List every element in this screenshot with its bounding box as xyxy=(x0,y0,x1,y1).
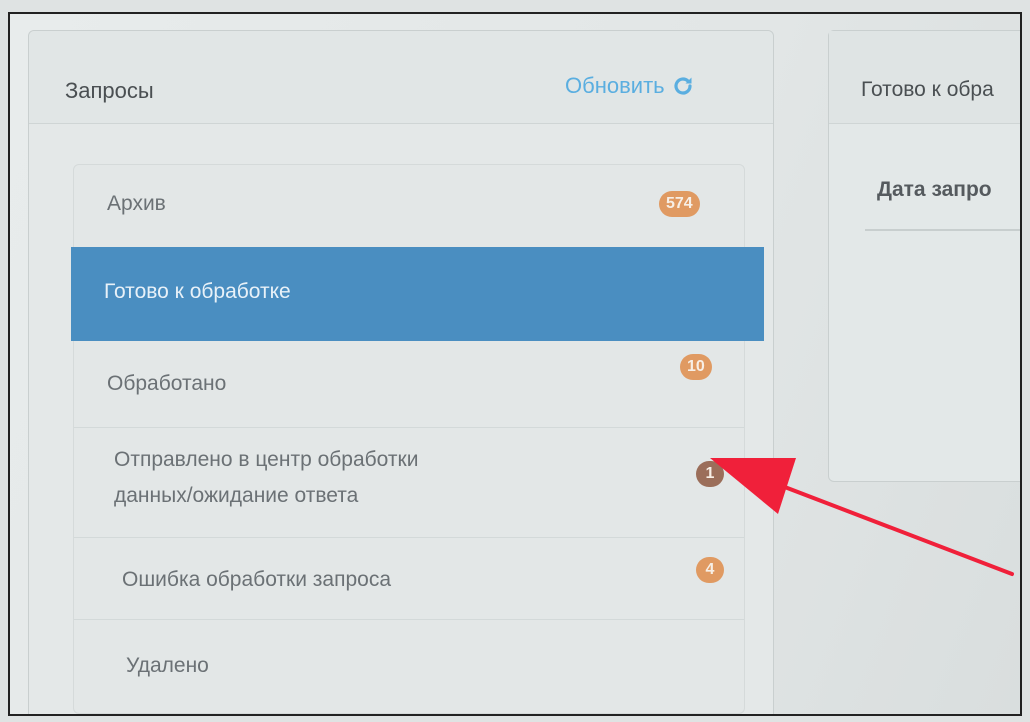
annotation-arrow xyxy=(710,458,1014,576)
screenshot-frame: Запросы Обновить Архив 574 Готово к обра… xyxy=(8,12,1022,716)
